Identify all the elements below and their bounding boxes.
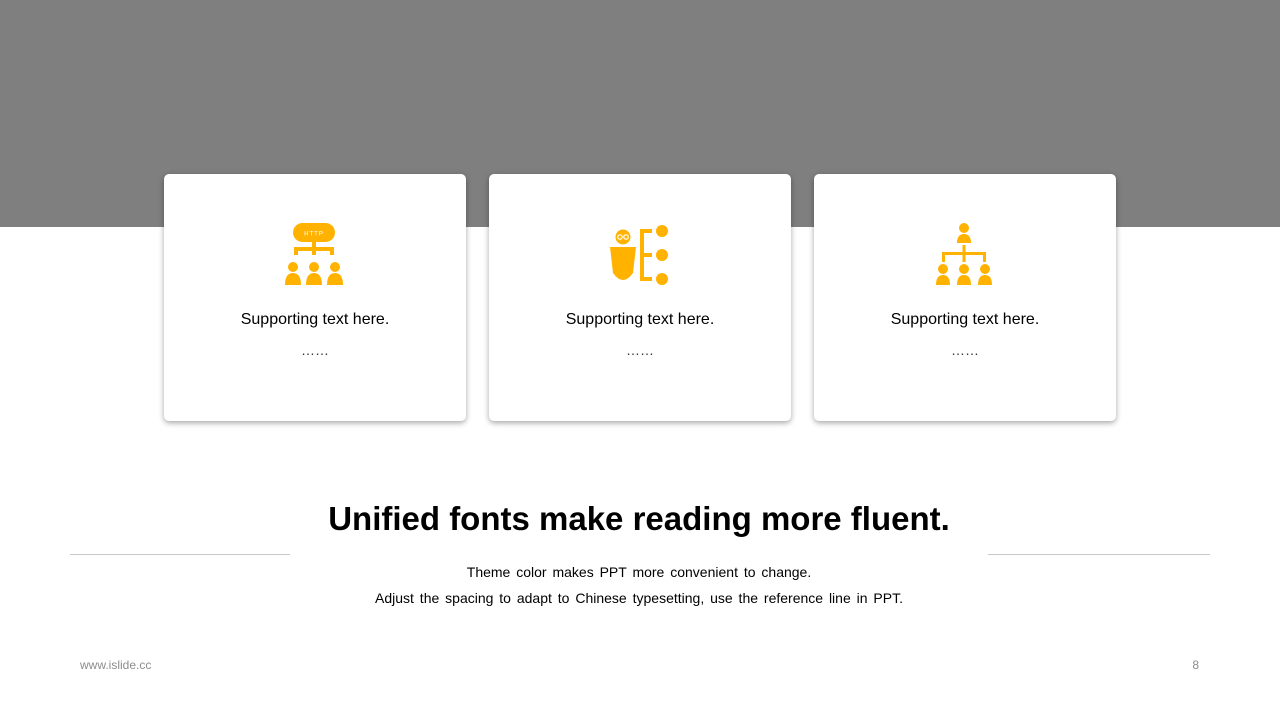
http-network-people-icon: HTTP: [285, 223, 345, 287]
right-divider: [988, 554, 1210, 555]
card-ellipsis: ……: [951, 342, 979, 358]
description-line-2: Adjust the spacing to adapt to Chinese t…: [375, 590, 903, 606]
svg-text:HTTP: HTTP: [304, 232, 324, 238]
page-number: 8: [1192, 658, 1199, 672]
card-ellipsis: ……: [301, 342, 329, 358]
card-ellipsis: ……: [626, 342, 654, 358]
feature-card-1: HTTP Supporting text here. ……: [164, 174, 466, 421]
org-chart-icon: [935, 223, 995, 287]
feature-card-2: Supporting text here. ……: [489, 174, 791, 421]
person-options-icon: [610, 223, 670, 287]
footer-url: www.islide.cc: [80, 658, 152, 672]
card-label: Supporting text here.: [565, 311, 715, 328]
card-label: Supporting text here.: [890, 311, 1040, 328]
page-title: Unified fonts make reading more fluent.: [328, 500, 950, 537]
description-line-1: Theme color makes PPT more convenient to…: [466, 564, 812, 580]
feature-card-3: Supporting text here. ……: [814, 174, 1116, 421]
left-divider: [70, 554, 290, 555]
card-label: Supporting text here.: [240, 311, 390, 328]
